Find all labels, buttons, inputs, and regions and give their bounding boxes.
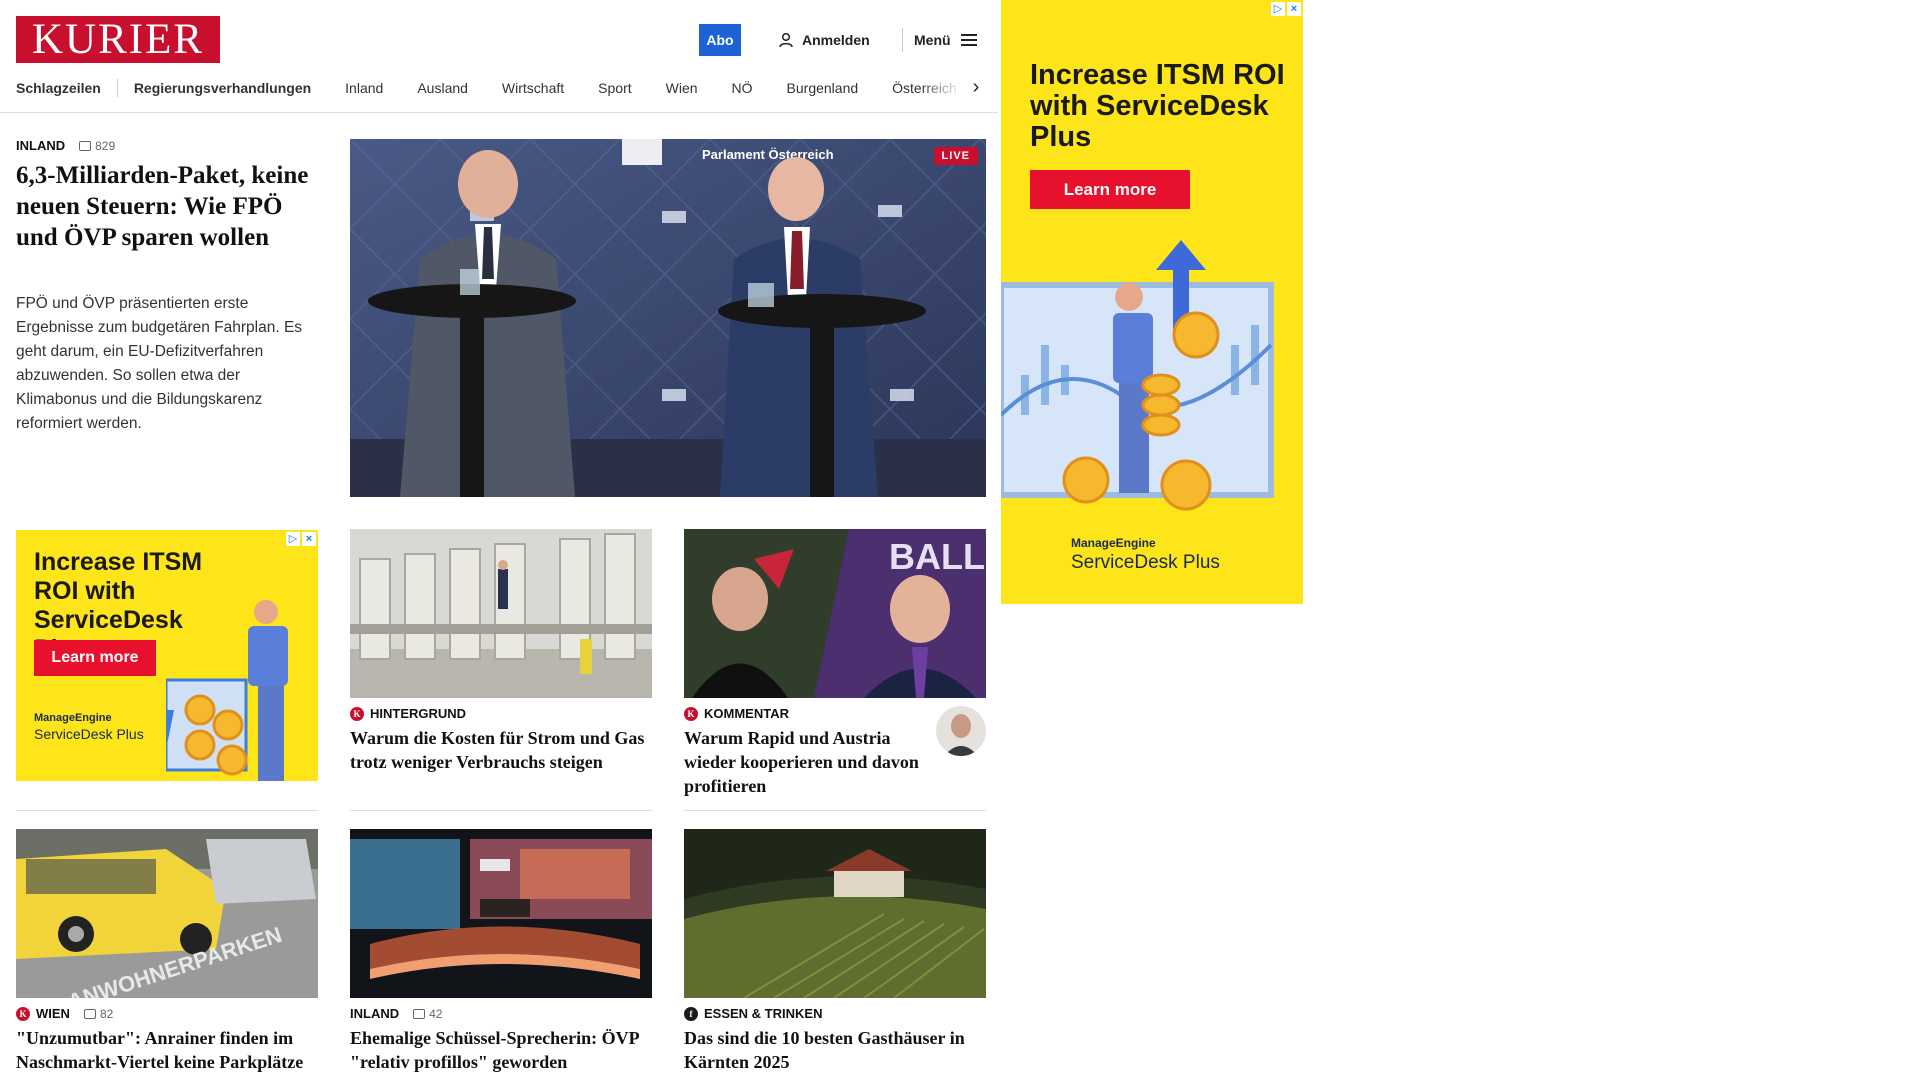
card-comment-count-4: 42 [429,1006,443,1021]
press-conference-image: Parlament Österreich [350,139,986,497]
kurier-plus-icon: K [684,706,698,721]
card-meta-4: INLAND 42 [350,1006,442,1021]
header-divider [902,28,903,52]
ad-small-brand-product: ServiceDesk Plus [34,726,144,742]
ad-right-brand-maker: ManageEngine [1071,536,1156,550]
genuss-icon: f [684,1006,698,1021]
nav-item-noe[interactable]: NÖ [732,80,753,96]
ad-small-brand-maker: ManageEngine [34,712,112,724]
login-label: Anmelden [802,32,870,48]
kurier-plus-icon: K [350,706,364,721]
card-comments-4[interactable]: 42 [413,1007,442,1021]
ad-small-illustration [166,600,288,781]
tv-studio-image [350,829,652,998]
comment-icon [79,140,92,151]
menu-button[interactable]: Menü [914,30,977,50]
card-divider [350,810,652,811]
nav-item-schlagzeilen[interactable]: Schlagzeilen [16,80,101,96]
parliament-banner-text: Parlament Österreich [702,147,834,162]
card-category-3[interactable]: WIEN [36,1006,70,1021]
card-comments-3[interactable]: 82 [83,1006,114,1021]
card-meta-3: K WIEN 82 [16,1006,113,1021]
lead-comment-count: 829 [95,138,116,153]
login-link[interactable]: Anmelden [778,30,870,50]
ad-small-choices[interactable]: ▷ × [286,532,316,546]
nav-item-ausland[interactable]: Ausland [417,80,468,96]
gas-facility-image [350,529,652,698]
kurier-plus-icon: K [16,1006,30,1021]
card-meta-2: K KOMMENTAR [684,706,789,721]
author-portrait [944,714,978,756]
card-comment-count-3: 82 [99,1006,114,1021]
ad-info-icon[interactable]: ▷ [1271,2,1285,16]
ad-banner-right[interactable]: Increase ITSM ROI with ServiceDesk Plus … [1001,0,1303,604]
ad-right-choices[interactable]: ▷ × [1271,2,1301,16]
comment-icon [83,1008,96,1019]
lead-category[interactable]: INLAND [16,138,65,153]
card-divider [16,810,318,811]
live-badge: LIVE [933,147,978,165]
card-image-tv-studio[interactable] [350,829,652,998]
card-category-5[interactable]: ESSEN & TRINKEN [704,1006,822,1021]
nav-item-inland[interactable]: Inland [345,80,383,96]
card-image-energy[interactable] [350,529,652,698]
lead-comments[interactable]: 829 [79,139,115,153]
abo-button[interactable]: Abo [699,24,741,56]
card-image-football[interactable]: BALL [684,529,986,698]
ad-close-icon[interactable]: × [302,532,316,546]
nav-separator [116,79,118,97]
menu-label: Menü [914,32,951,48]
card-headline-4[interactable]: Ehemalige Schüssel-Sprecherin: ÖVP "rela… [350,1026,652,1074]
vineyard-inn-image [684,829,986,998]
comment-icon [413,1008,426,1019]
page: KURIER Abo Anmelden Menü Schlagzeilen Re… [0,0,1000,1080]
ad-banner-small[interactable]: Increase ITSM ROI with ServiceDesk Plus … [16,530,318,781]
lead-teaser: FPÖ und ÖVP präsentierten erste Ergebnis… [16,295,303,432]
card-meta-1: K HINTERGRUND [350,706,466,721]
card-image-vineyard[interactable] [684,829,986,998]
nav-item-sport[interactable]: Sport [598,80,631,96]
hamburger-icon [960,34,977,46]
parked-taxi-image: ANWOHNERPARKEN [16,829,318,998]
author-avatar[interactable] [936,706,986,756]
kurier-logo[interactable]: KURIER [16,16,220,63]
card-category-4[interactable]: INLAND [350,1006,399,1021]
football-banner-text: BALL [889,536,985,577]
lead-headline[interactable]: 6,3-Milliarden-Paket, keine neuen Steuer… [16,160,321,253]
lead-image[interactable]: Parlament Österreich LIVE [350,139,986,497]
card-headline-2[interactable]: Warum Rapid und Austria wieder kooperier… [684,726,924,798]
ad-right-brand-product: ServiceDesk Plus [1071,552,1220,573]
card-category-1[interactable]: HINTERGRUND [370,706,466,721]
ad-right-learn-more-button[interactable]: Learn more [1030,170,1190,209]
nav-item-wien[interactable]: Wien [666,80,698,96]
nav-item-wirtschaft[interactable]: Wirtschaft [502,80,564,96]
nav-item-regierungsverhandlungen[interactable]: Regierungsverhandlungen [134,80,311,96]
ad-close-icon[interactable]: × [1287,2,1301,16]
nav-next-arrow-icon[interactable]: › [966,77,986,98]
card-headline-1[interactable]: Warum die Kosten für Strom und Gas trotz… [350,726,652,774]
ad-right-illustration [1001,240,1274,511]
ad-info-icon[interactable]: ▷ [286,532,300,546]
section-nav: Schlagzeilen Regierungsverhandlungen Inl… [0,73,998,113]
ad-small-learn-more-button[interactable]: Learn more [34,640,156,676]
card-headline-5[interactable]: Das sind die 10 besten Gasthäuser in Kär… [684,1026,986,1074]
card-category-2[interactable]: KOMMENTAR [704,706,789,721]
ad-right-title: Increase ITSM ROI with ServiceDesk Plus [1030,59,1285,153]
card-image-parking[interactable]: ANWOHNERPARKEN [16,829,318,998]
user-icon [779,32,793,48]
lead-meta: INLAND 829 [16,138,115,153]
nav-item-burgenland[interactable]: Burgenland [787,80,859,96]
card-meta-5: f ESSEN & TRINKEN [684,1006,822,1021]
football-executives-image: BALL [684,529,986,698]
card-divider [684,810,986,811]
card-headline-3[interactable]: "Unzumutbar": Anrainer finden im Naschma… [16,1026,318,1074]
